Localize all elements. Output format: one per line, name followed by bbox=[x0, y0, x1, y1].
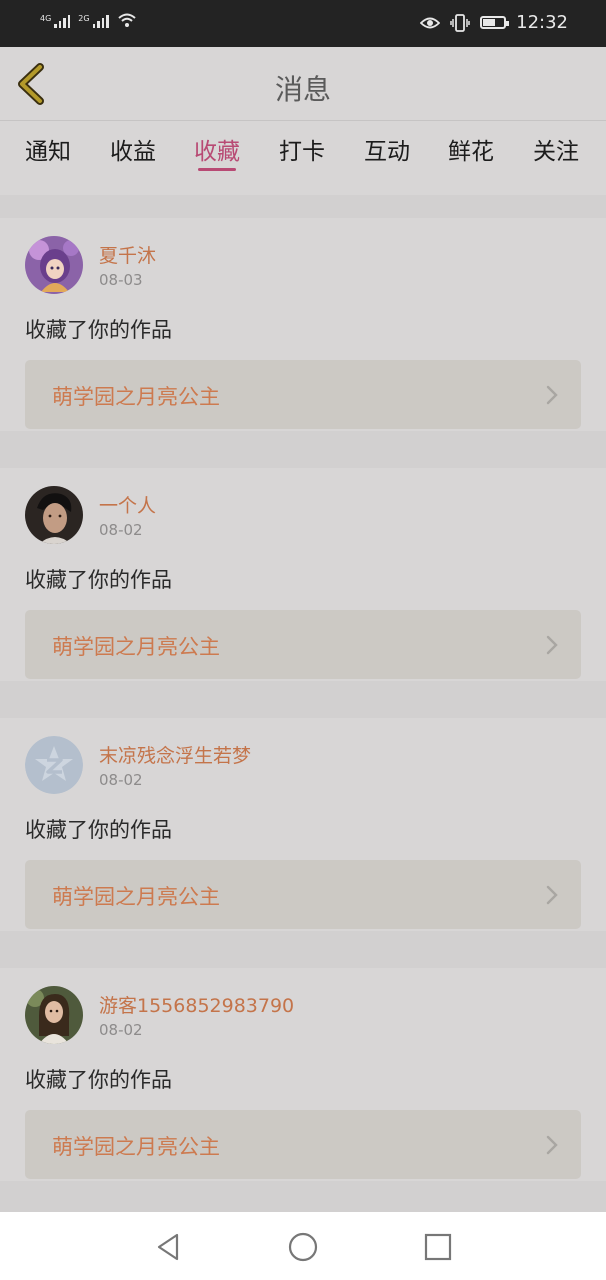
message-date: 08-03 bbox=[99, 271, 143, 289]
battery-level bbox=[483, 19, 496, 26]
username-link[interactable]: 夏千沐 bbox=[99, 241, 156, 268]
sim2-network-label: 2G bbox=[78, 14, 90, 23]
username-link[interactable]: 末凉残念浮生若梦 bbox=[99, 741, 251, 768]
tab-flowers[interactable]: 鲜花 bbox=[448, 132, 494, 166]
chevron-right-icon bbox=[546, 885, 558, 905]
page-title: 消息 bbox=[274, 73, 331, 106]
message-card: 游客1556852983790 08-02 收藏了你的作品 萌学园之月亮公主 bbox=[0, 968, 606, 1181]
sim1-network-label: 4G bbox=[40, 14, 52, 23]
avatar[interactable] bbox=[25, 236, 83, 294]
circle-home-icon[interactable] bbox=[286, 1230, 320, 1264]
message-card: 夏千沐 08-03 收藏了你的作品 萌学园之月亮公主 bbox=[0, 218, 606, 431]
avatar[interactable] bbox=[25, 736, 83, 794]
man-photo-avatar-icon bbox=[25, 486, 83, 544]
tab-bar: 通知 收益 收藏 打卡 互动 鲜花 关注 bbox=[0, 121, 606, 195]
triangle-back-icon[interactable] bbox=[151, 1230, 185, 1264]
tab-favorites-label: 收藏 bbox=[194, 139, 240, 165]
system-navigation-bar bbox=[0, 1212, 606, 1280]
tab-favorites[interactable]: 收藏 bbox=[194, 132, 240, 171]
chevron-right-icon bbox=[546, 385, 558, 405]
work-link[interactable]: 萌学园之月亮公主 bbox=[25, 860, 581, 929]
work-title: 萌学园之月亮公主 bbox=[52, 885, 220, 909]
girl-photo-avatar-icon bbox=[25, 986, 83, 1044]
username-link[interactable]: 一个人 bbox=[99, 491, 156, 518]
work-link[interactable]: 萌学园之月亮公主 bbox=[25, 360, 581, 429]
message-date: 08-02 bbox=[99, 771, 143, 789]
message-date: 08-02 bbox=[99, 521, 143, 539]
active-tab-indicator bbox=[198, 168, 236, 171]
app-header: 消息 bbox=[0, 47, 606, 121]
default-star-avatar-icon bbox=[25, 736, 83, 794]
chevron-right-icon bbox=[546, 635, 558, 655]
action-text: 收藏了你的作品 bbox=[25, 568, 172, 592]
message-card: 末凉残念浮生若梦 08-02 收藏了你的作品 萌学园之月亮公主 bbox=[0, 718, 606, 931]
username-link[interactable]: 游客1556852983790 bbox=[99, 991, 294, 1018]
message-card: 一个人 08-02 收藏了你的作品 萌学园之月亮公主 bbox=[0, 468, 606, 681]
status-right: 12:32 bbox=[420, 12, 568, 33]
anime-girl-avatar-icon bbox=[25, 236, 83, 294]
sim1-signal-icon: 4G bbox=[40, 14, 71, 28]
action-text: 收藏了你的作品 bbox=[25, 318, 172, 342]
vibrate-icon bbox=[450, 13, 470, 32]
battery-icon bbox=[480, 16, 510, 29]
action-text: 收藏了你的作品 bbox=[25, 818, 172, 842]
chevron-right-icon bbox=[546, 1135, 558, 1155]
square-recents-icon[interactable] bbox=[421, 1230, 455, 1264]
signal-indicators: 4G 2G bbox=[40, 12, 137, 28]
work-title: 萌学园之月亮公主 bbox=[52, 635, 220, 659]
work-link[interactable]: 萌学园之月亮公主 bbox=[25, 610, 581, 679]
avatar[interactable] bbox=[25, 986, 83, 1044]
status-bar: 4G 2G 12:32 bbox=[0, 0, 606, 47]
wifi-icon bbox=[117, 13, 136, 27]
tab-checkin[interactable]: 打卡 bbox=[279, 132, 325, 166]
work-title: 萌学园之月亮公主 bbox=[52, 1135, 220, 1159]
sim2-signal-icon: 2G bbox=[78, 14, 109, 28]
message-date: 08-02 bbox=[99, 1021, 143, 1039]
work-link[interactable]: 萌学园之月亮公主 bbox=[25, 1110, 581, 1179]
tab-notifications[interactable]: 通知 bbox=[25, 132, 71, 166]
avatar[interactable] bbox=[25, 486, 83, 544]
tab-earnings[interactable]: 收益 bbox=[110, 132, 156, 166]
work-title: 萌学园之月亮公主 bbox=[52, 385, 220, 409]
clock: 12:32 bbox=[516, 12, 568, 33]
tab-following[interactable]: 关注 bbox=[533, 132, 579, 166]
action-text: 收藏了你的作品 bbox=[25, 1068, 172, 1092]
eye-comfort-icon bbox=[420, 17, 441, 28]
tab-interaction[interactable]: 互动 bbox=[364, 132, 410, 166]
